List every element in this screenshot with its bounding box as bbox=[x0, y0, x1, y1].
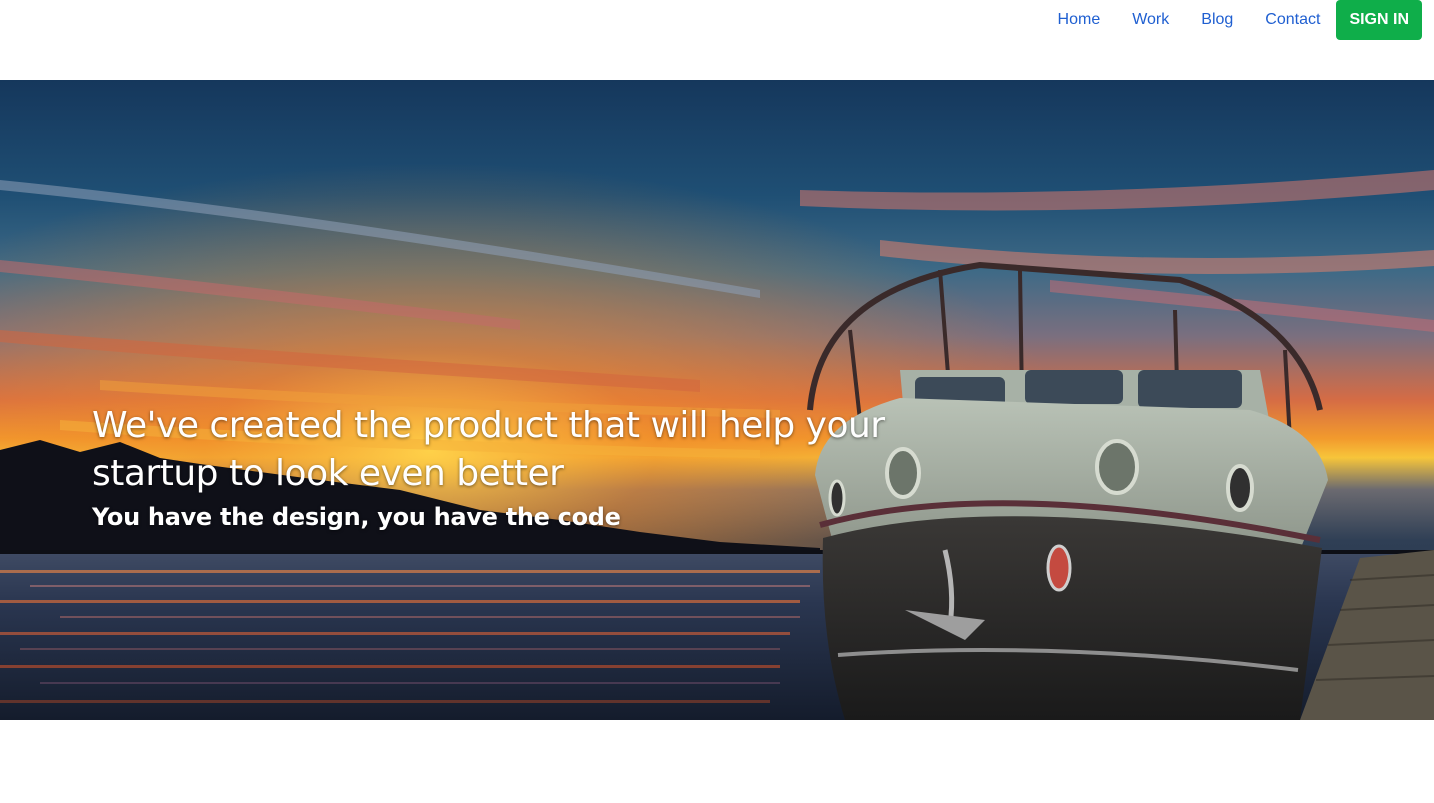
hero-title: We've created the product that will help… bbox=[92, 405, 885, 494]
nav-link-blog[interactable]: Blog bbox=[1185, 0, 1249, 40]
navbar: Home Work Blog Contact SIGN IN bbox=[0, 0, 1434, 80]
hero-subtitle: You have the design, you have the code bbox=[92, 503, 621, 531]
hero-background-image bbox=[0, 80, 1434, 720]
nav-links: Home Work Blog Contact SIGN IN bbox=[1042, 0, 1422, 40]
hero-banner: We've created the product that will help… bbox=[0, 80, 1434, 720]
sign-in-button[interactable]: SIGN IN bbox=[1336, 0, 1422, 40]
nav-link-home[interactable]: Home bbox=[1042, 0, 1117, 40]
hero-text-block: We've created the product that will help… bbox=[92, 402, 912, 534]
nav-link-work[interactable]: Work bbox=[1116, 0, 1185, 40]
nav-link-contact[interactable]: Contact bbox=[1249, 0, 1336, 40]
